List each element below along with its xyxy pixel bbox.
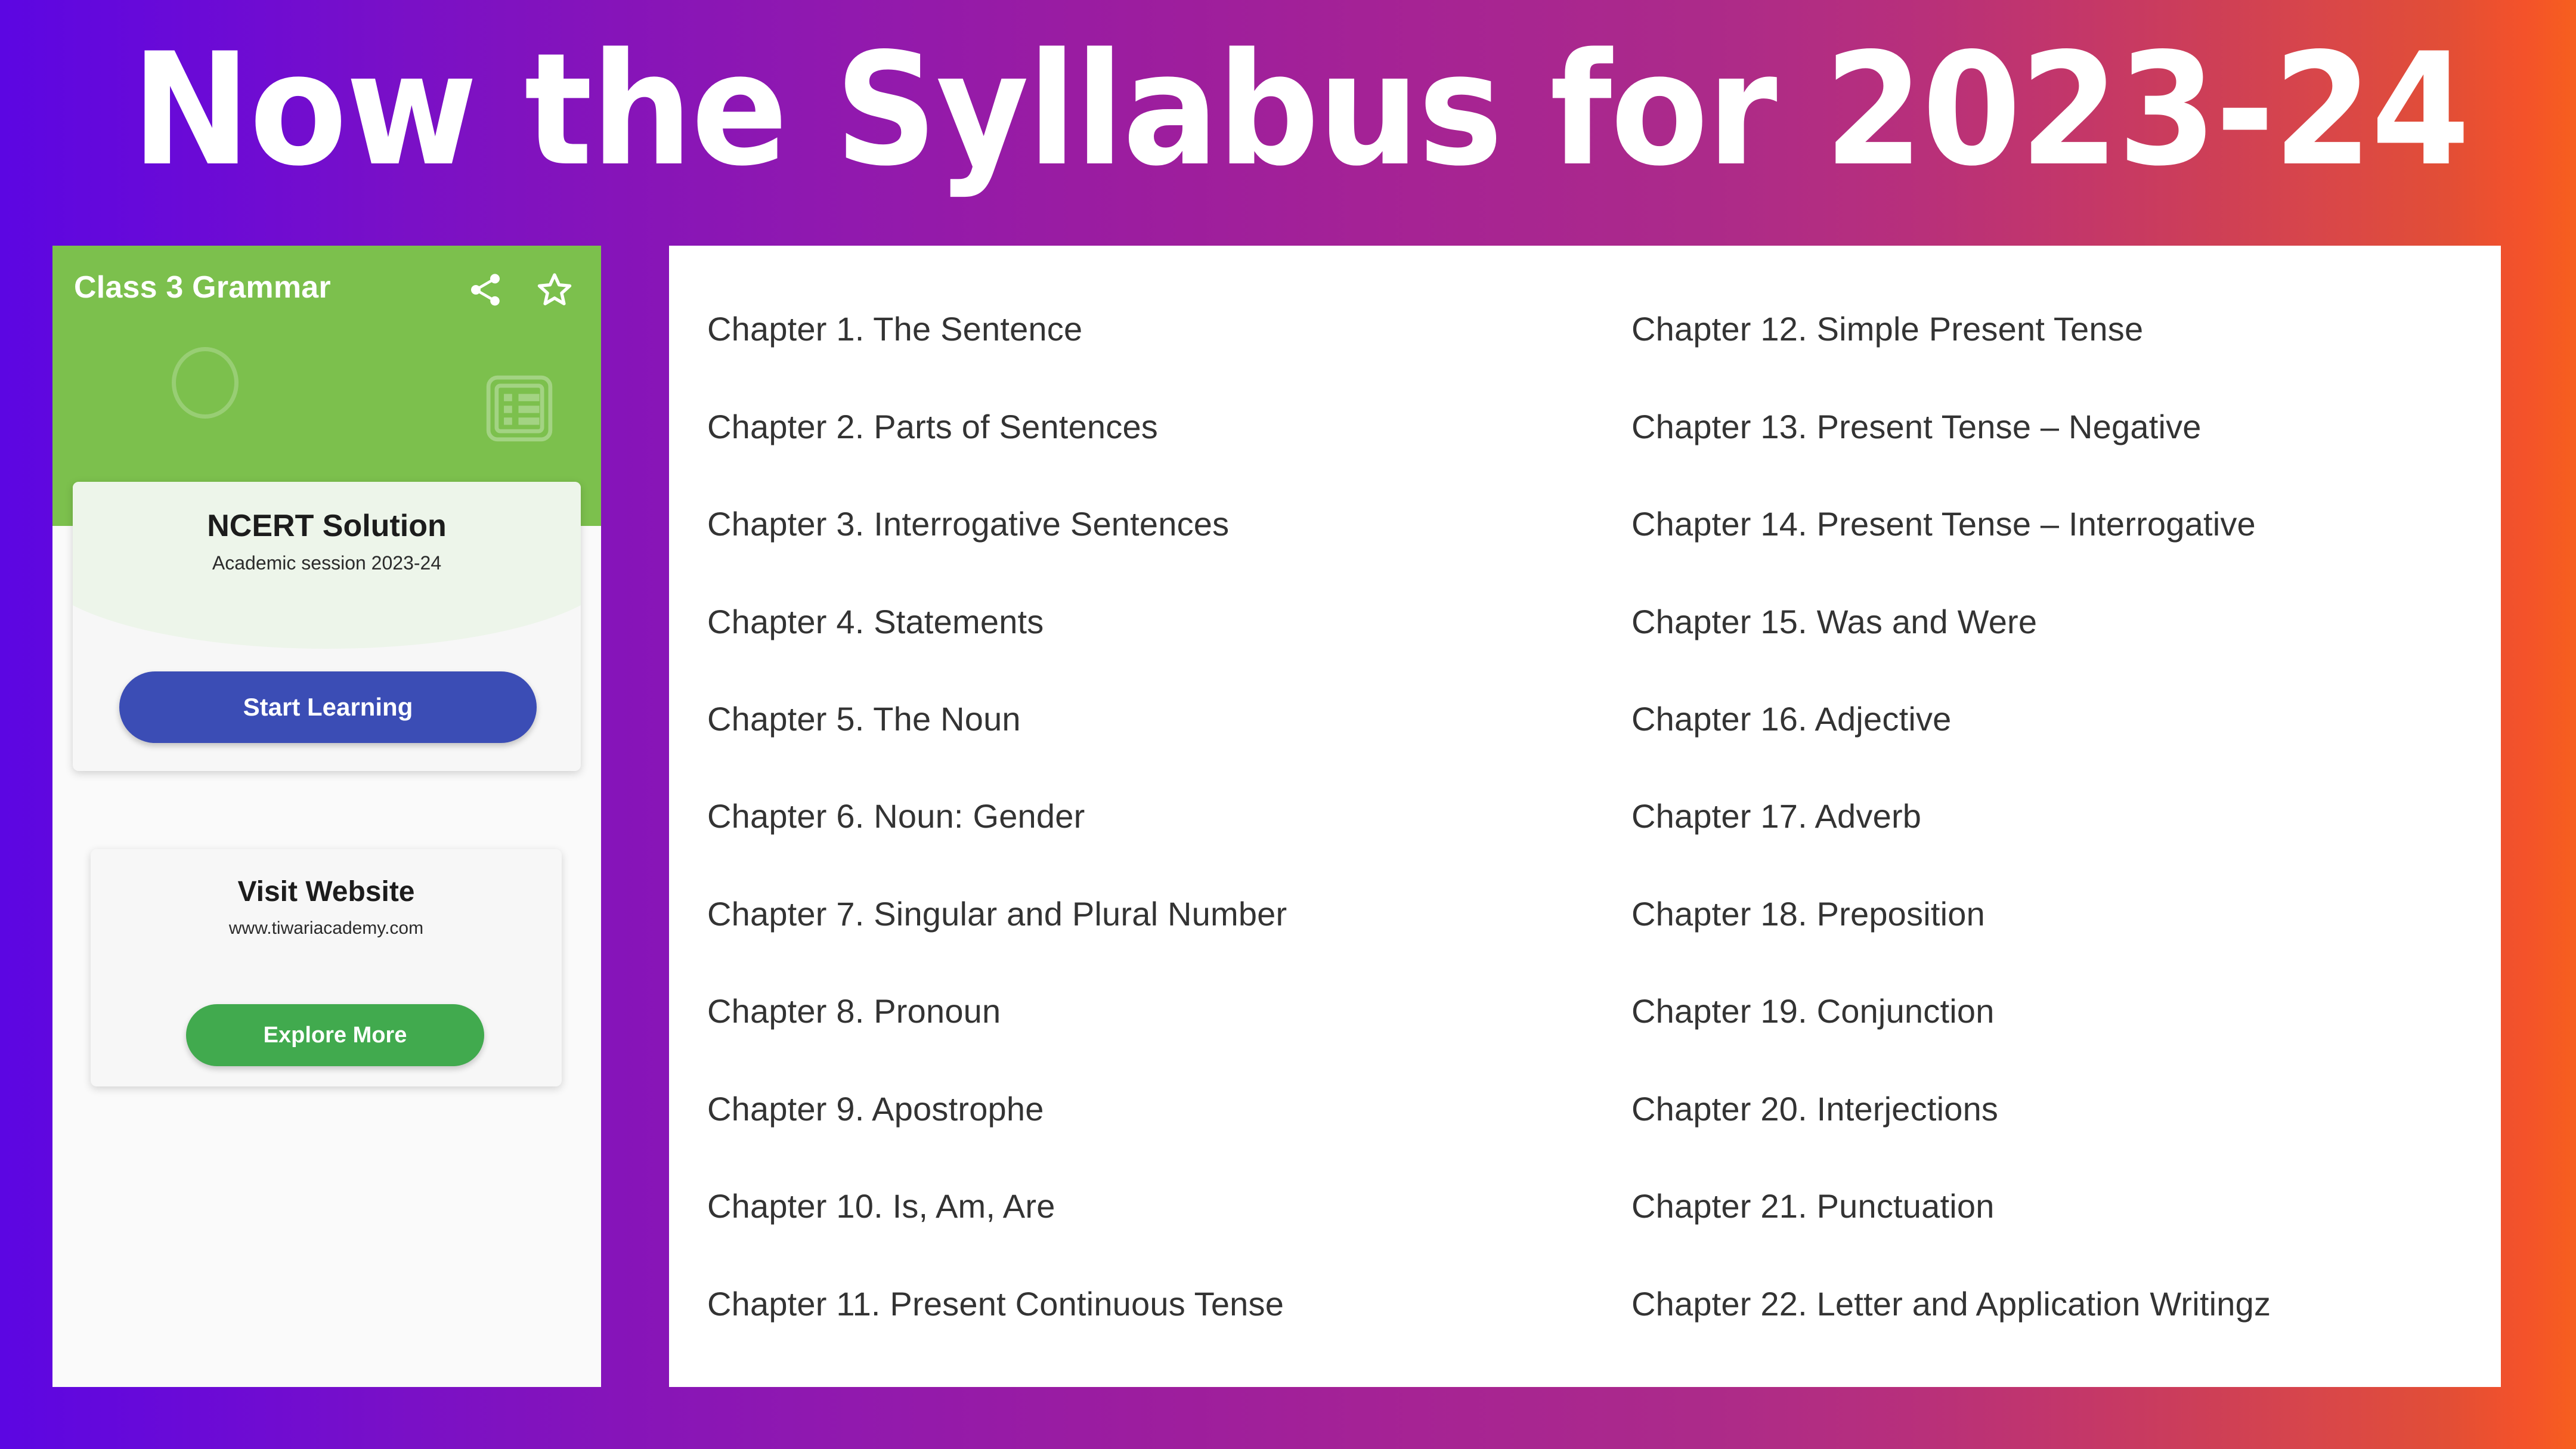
chapter-item[interactable]: Chapter 15. Was and Were: [1631, 572, 2463, 670]
chapter-item[interactable]: Chapter 10. Is, Am, Are: [707, 1157, 1585, 1255]
list-article-watermark-icon: [486, 375, 553, 442]
visit-website-card: Visit Website www.tiwariacademy.com Expl…: [91, 849, 562, 1086]
star-outline-icon[interactable]: [534, 270, 575, 310]
chapter-item[interactable]: Chapter 9. Apostrophe: [707, 1060, 1585, 1157]
ncert-solution-card: NCERT Solution Academic session 2023-24 …: [73, 482, 581, 771]
chapter-item[interactable]: Chapter 21. Punctuation: [1631, 1157, 2463, 1255]
chapter-item[interactable]: Chapter 6. Noun: Gender: [707, 767, 1585, 865]
promo-banner: Now the Syllabus for 2023-24 Class 3 Gra…: [0, 0, 2576, 1449]
chapter-item[interactable]: Chapter 22. Letter and Application Writi…: [1631, 1255, 2463, 1352]
chapter-item[interactable]: Chapter 1. The Sentence: [707, 280, 1585, 377]
app-header-title: Class 3 Grammar: [74, 270, 331, 305]
start-learning-button[interactable]: Start Learning: [119, 671, 537, 743]
chapter-item[interactable]: Chapter 7. Singular and Plural Number: [707, 865, 1585, 962]
ncert-card-title: NCERT Solution: [207, 509, 447, 543]
chapter-item[interactable]: Chapter 14. Present Tense – Interrogativ…: [1631, 475, 2463, 572]
app-preview-panel: Class 3 Grammar NCERT Solution Academic …: [52, 246, 601, 1387]
chapter-item[interactable]: Chapter 5. The Noun: [707, 670, 1585, 767]
circle-outline-decoration: [172, 347, 239, 419]
website-card-title: Visit Website: [237, 876, 415, 908]
chapter-item[interactable]: Chapter 16. Adjective: [1631, 670, 2463, 767]
headline-banner: Now the Syllabus for 2023-24: [0, 0, 2576, 221]
chapter-item[interactable]: Chapter 8. Pronoun: [707, 962, 1585, 1060]
chapter-column-right: Chapter 12. Simple Present Tense Chapter…: [1585, 280, 2463, 1352]
chapter-item[interactable]: Chapter 11. Present Continuous Tense: [707, 1255, 1585, 1352]
chapter-column-left: Chapter 1. The Sentence Chapter 2. Parts…: [707, 280, 1585, 1352]
chapter-item[interactable]: Chapter 4. Statements: [707, 572, 1585, 670]
chapter-item[interactable]: Chapter 3. Interrogative Sentences: [707, 475, 1585, 572]
page-title: Now the Syllabus for 2023-24: [131, 20, 2470, 200]
chapter-item[interactable]: Chapter 20. Interjections: [1631, 1060, 2463, 1157]
chapter-item[interactable]: Chapter 17. Adverb: [1631, 767, 2463, 865]
share-icon[interactable]: [466, 271, 504, 309]
chapter-item[interactable]: Chapter 19. Conjunction: [1631, 962, 2463, 1060]
explore-more-button[interactable]: Explore More: [186, 1004, 484, 1066]
chapter-item[interactable]: Chapter 12. Simple Present Tense: [1631, 280, 2463, 377]
chapter-item[interactable]: Chapter 13. Present Tense – Negative: [1631, 377, 2463, 475]
chapter-item[interactable]: Chapter 18. Preposition: [1631, 865, 2463, 962]
chapter-item[interactable]: Chapter 2. Parts of Sentences: [707, 377, 1585, 475]
ncert-card-subtitle: Academic session 2023-24: [212, 552, 442, 574]
chapter-list-panel: Chapter 1. The Sentence Chapter 2. Parts…: [669, 246, 2501, 1387]
website-card-url: www.tiwariacademy.com: [228, 918, 424, 938]
